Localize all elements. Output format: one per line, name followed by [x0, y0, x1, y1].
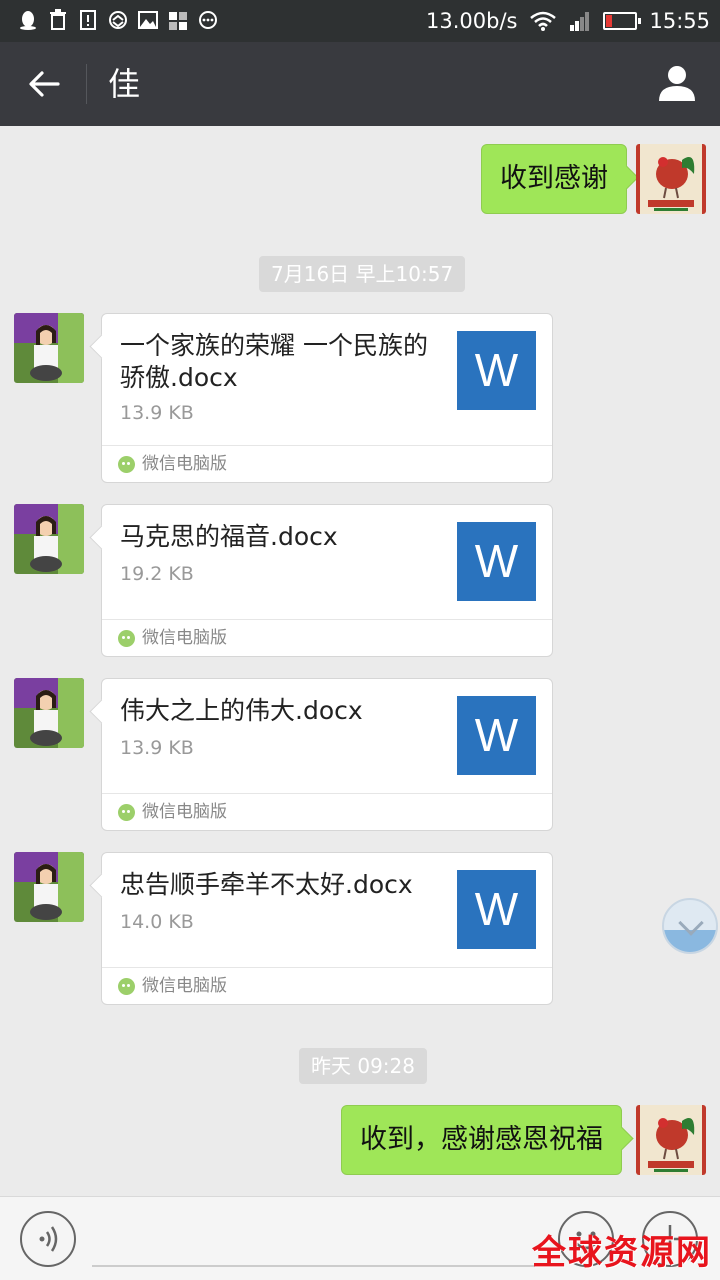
contact-avatar[interactable] — [14, 678, 84, 748]
file-message-card[interactable]: 马克思的福音.docx 19.2 KB W 微信电脑版 — [101, 504, 553, 657]
alert-icon — [80, 10, 96, 30]
chat-title: 佳 — [108, 65, 141, 103]
wechat-icon — [118, 456, 135, 473]
message-input[interactable] — [92, 1265, 542, 1267]
contact-avatar[interactable] — [14, 504, 84, 574]
timestamp: 昨天 09:28 — [299, 1048, 427, 1084]
file-size: 13.9 KB — [120, 737, 194, 759]
file-message-card[interactable]: 一个家族的荣耀 一个民族的骄傲.docx 13.9 KB W 微信电脑版 — [101, 313, 553, 483]
file-size: 13.9 KB — [120, 402, 194, 424]
file-source-label: 微信电脑版 — [142, 802, 227, 822]
file-message-card[interactable]: 忠告顺手牵羊不太好.docx 14.0 KB W 微信电脑版 — [101, 852, 553, 1005]
wechat-icon — [118, 804, 135, 821]
header-divider — [86, 64, 87, 104]
wechat-icon — [118, 630, 135, 647]
contact-avatar[interactable] — [14, 852, 84, 922]
word-doc-icon: W — [457, 331, 536, 410]
floating-assistant-button[interactable] — [662, 898, 718, 954]
more-icon — [199, 11, 217, 29]
file-source-label: 微信电脑版 — [142, 454, 227, 474]
outgoing-message-bubble[interactable]: 收到，感谢感恩祝福 — [341, 1105, 622, 1175]
wifi-icon — [530, 11, 557, 31]
sync-icon — [109, 11, 127, 29]
file-source-label: 微信电脑版 — [142, 976, 227, 996]
my-avatar[interactable] — [636, 1105, 706, 1175]
arrow-left-icon[interactable] — [22, 62, 66, 106]
file-name: 一个家族的荣耀 一个民族的骄傲.docx — [120, 331, 428, 392]
watermark: 全球资源网 — [532, 1233, 712, 1273]
grid-icon — [169, 12, 187, 30]
battery-level-fill — [606, 15, 613, 27]
status-bar: 13.00b/s 15:55 — [0, 0, 720, 42]
contact-avatar[interactable] — [14, 313, 84, 383]
file-name: 忠告顺手牵羊不太好.docx — [120, 870, 413, 899]
person-icon[interactable] — [656, 62, 698, 104]
wechat-icon — [118, 978, 135, 995]
file-source-label: 微信电脑版 — [142, 628, 227, 648]
file-name: 马克思的福音.docx — [120, 522, 338, 551]
clock: 15:55 — [649, 9, 710, 33]
signal-icon — [570, 12, 590, 31]
word-doc-icon: W — [457, 696, 536, 775]
file-source-footer: 微信电脑版 — [102, 967, 552, 1004]
file-name: 伟大之上的伟大.docx — [120, 696, 363, 725]
trash-icon — [50, 9, 66, 30]
chat-area[interactable]: 收到感谢 7月16日 早上10:57 一个家族的荣耀 一个民族的骄傲.docx … — [0, 126, 720, 1196]
file-size: 19.2 KB — [120, 563, 194, 585]
file-source-footer: 微信电脑版 — [102, 445, 552, 482]
network-speed: 13.00b/s — [426, 9, 518, 33]
word-doc-icon: W — [457, 522, 536, 601]
file-source-footer: 微信电脑版 — [102, 619, 552, 656]
word-doc-icon: W — [457, 870, 536, 949]
battery-icon — [603, 12, 642, 30]
voice-input-button[interactable] — [20, 1211, 76, 1267]
chat-header: 佳 — [0, 42, 720, 126]
outgoing-message-bubble[interactable]: 收到感谢 — [481, 144, 627, 214]
file-message-card[interactable]: 伟大之上的伟大.docx 13.9 KB W 微信电脑版 — [101, 678, 553, 831]
notification-icons — [18, 9, 218, 31]
voice-icon — [39, 1226, 58, 1252]
timestamp: 7月16日 早上10:57 — [259, 256, 466, 292]
image-icon — [138, 11, 158, 29]
qq-icon — [20, 11, 36, 30]
file-size: 14.0 KB — [120, 911, 194, 933]
my-avatar[interactable] — [636, 144, 706, 214]
file-source-footer: 微信电脑版 — [102, 793, 552, 830]
input-bar: 全球资源网 — [0, 1196, 720, 1280]
